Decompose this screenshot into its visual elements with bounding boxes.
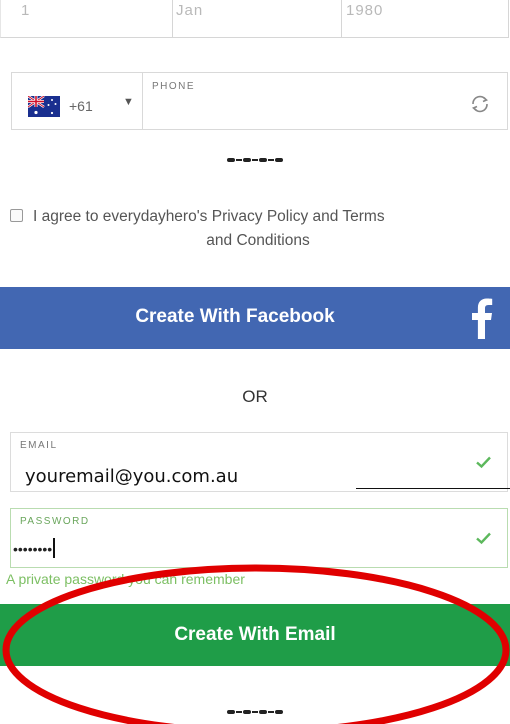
dob-day-value: 1	[21, 2, 31, 19]
email-field[interactable]: EMAIL youremail@you.com.au	[10, 432, 510, 492]
terms-checkbox[interactable]	[10, 209, 23, 222]
email-value: youremail@you.com.au	[25, 466, 239, 487]
australia-flag-icon	[28, 96, 60, 117]
create-with-facebook-button[interactable]: Create With Facebook	[0, 287, 510, 349]
create-with-email-button[interactable]: Create With Email	[0, 604, 510, 666]
or-divider: OR	[242, 387, 268, 406]
text-cursor	[53, 538, 55, 558]
phone-input[interactable]: PHONE	[142, 72, 508, 130]
facebook-f-icon	[472, 298, 493, 339]
phone-group: +61 ▼ PHONE	[11, 72, 508, 130]
password-field[interactable]: PASSWORD ••••••••	[10, 508, 508, 568]
chevron-down-icon: ▼	[123, 96, 134, 108]
email-label: EMAIL	[20, 440, 58, 451]
check-icon	[476, 456, 491, 469]
dob-day-select[interactable]: 1	[0, 0, 173, 38]
dob-month-value: Jan	[176, 2, 204, 19]
country-code: +61	[69, 98, 93, 114]
dob-year-select[interactable]: 1980	[342, 0, 509, 38]
password-hint: A private password you can remember	[6, 571, 245, 587]
country-code-select[interactable]: +61 ▼	[11, 72, 143, 130]
check-icon	[476, 532, 491, 545]
separator	[0, 151, 510, 169]
dob-year-value: 1980	[346, 2, 384, 19]
facebook-button-label: Create With Facebook	[135, 306, 335, 327]
terms-text-line2[interactable]: and Conditions	[10, 229, 506, 253]
date-of-birth-row: 1 Jan 1980	[0, 0, 510, 40]
password-value: ••••••••	[13, 538, 55, 558]
field-underline	[356, 488, 510, 489]
separator-bottom	[0, 703, 510, 721]
dob-month-select[interactable]: Jan	[172, 0, 342, 38]
phone-label: PHONE	[152, 81, 196, 92]
password-label: PASSWORD	[20, 516, 90, 527]
terms-text-line1[interactable]: I agree to everydayhero's Privacy Policy…	[33, 208, 385, 225]
refresh-icon	[471, 95, 489, 113]
